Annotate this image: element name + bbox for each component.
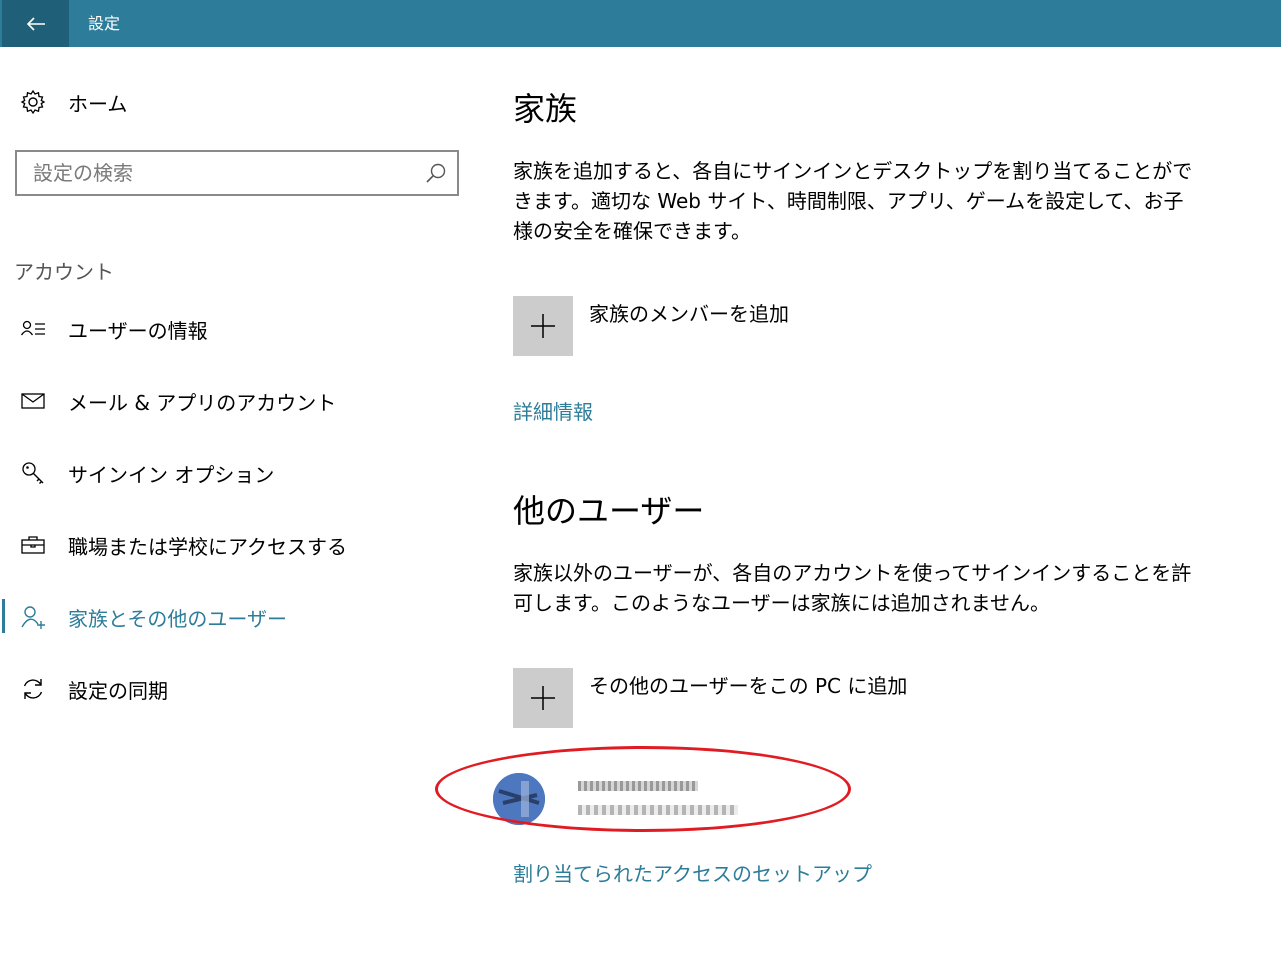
sidebar-item-family-other-users[interactable]: 家族とその他のユーザー	[20, 601, 287, 633]
other-users-description: 家族以外のユーザーが、各自のアカウントを使ってサインインすることを許可します。こ…	[513, 561, 1192, 615]
avatar-image	[493, 773, 545, 825]
add-family-member-button[interactable]: 家族のメンバーを追加	[513, 296, 789, 356]
add-person-icon	[20, 604, 46, 630]
sidebar-item-label: サインイン オプション	[68, 462, 275, 487]
sidebar-item-work-school[interactable]: 職場または学校にアクセスする	[20, 529, 347, 561]
search-input[interactable]	[33, 152, 413, 194]
plus-icon	[531, 686, 555, 710]
assigned-access-link[interactable]: 割り当てられたアクセスのセットアップ	[513, 858, 872, 887]
add-tile	[513, 296, 573, 356]
sidebar-item-sync-settings[interactable]: 設定の同期	[20, 673, 168, 705]
add-other-user-button[interactable]: その他のユーザーをこの PC に追加	[513, 668, 907, 728]
briefcase-icon	[20, 532, 46, 558]
add-family-member-label: 家族のメンバーを追加	[589, 302, 789, 326]
sidebar-item-label: 家族とその他のユーザー	[68, 606, 287, 631]
learn-more-link[interactable]: 詳細情報	[513, 396, 593, 425]
sidebar-item-label: 職場または学校にアクセスする	[68, 534, 347, 559]
sidebar-item-sign-in-options[interactable]: サインイン オプション	[20, 457, 274, 489]
avatar	[493, 773, 545, 825]
sync-icon	[20, 676, 46, 702]
section-label-accounts: アカウント	[14, 260, 114, 284]
sidebar-item-label: 設定の同期	[68, 678, 168, 703]
home-nav-item[interactable]: ホーム	[20, 88, 127, 116]
window-title: 設定	[88, 14, 121, 33]
gear-icon	[20, 89, 46, 115]
back-button[interactable]	[2, 0, 69, 47]
selection-indicator	[2, 599, 5, 633]
redacted-user-name	[578, 781, 698, 791]
sidebar-item-mail-accounts[interactable]: メール & アプリのアカウント	[20, 385, 336, 417]
sidebar-item-user-info[interactable]: ユーザーの情報	[20, 313, 208, 345]
add-tile	[513, 668, 573, 728]
add-other-user-label: その他のユーザーをこの PC に追加	[589, 674, 908, 698]
mail-icon	[20, 388, 46, 414]
family-description: 家族を追加すると、各自にサインインとデスクトップを割り当てることができます。適切…	[513, 159, 1193, 243]
other-users-heading: 他のユーザー	[513, 492, 705, 530]
search-icon[interactable]	[425, 162, 447, 184]
sidebar-item-label: ユーザーの情報	[68, 318, 208, 343]
home-label: ホーム	[68, 91, 128, 116]
redacted-user-email	[578, 805, 738, 815]
user-info-icon	[20, 316, 46, 342]
plus-icon	[531, 314, 555, 338]
main-content: 家族 家族を追加すると、各自にサインインとデスクトップを割り当てることができます…	[493, 0, 1273, 965]
back-arrow-icon	[26, 16, 45, 31]
key-icon	[20, 460, 46, 486]
family-heading: 家族	[513, 90, 578, 128]
user-account-item[interactable]	[493, 773, 793, 825]
search-box[interactable]	[15, 150, 459, 196]
sidebar: ホーム アカウント ユーザーの情報 メール & アプリのアカウント	[0, 47, 480, 965]
sidebar-item-label: メール & アプリのアカウント	[68, 390, 337, 415]
